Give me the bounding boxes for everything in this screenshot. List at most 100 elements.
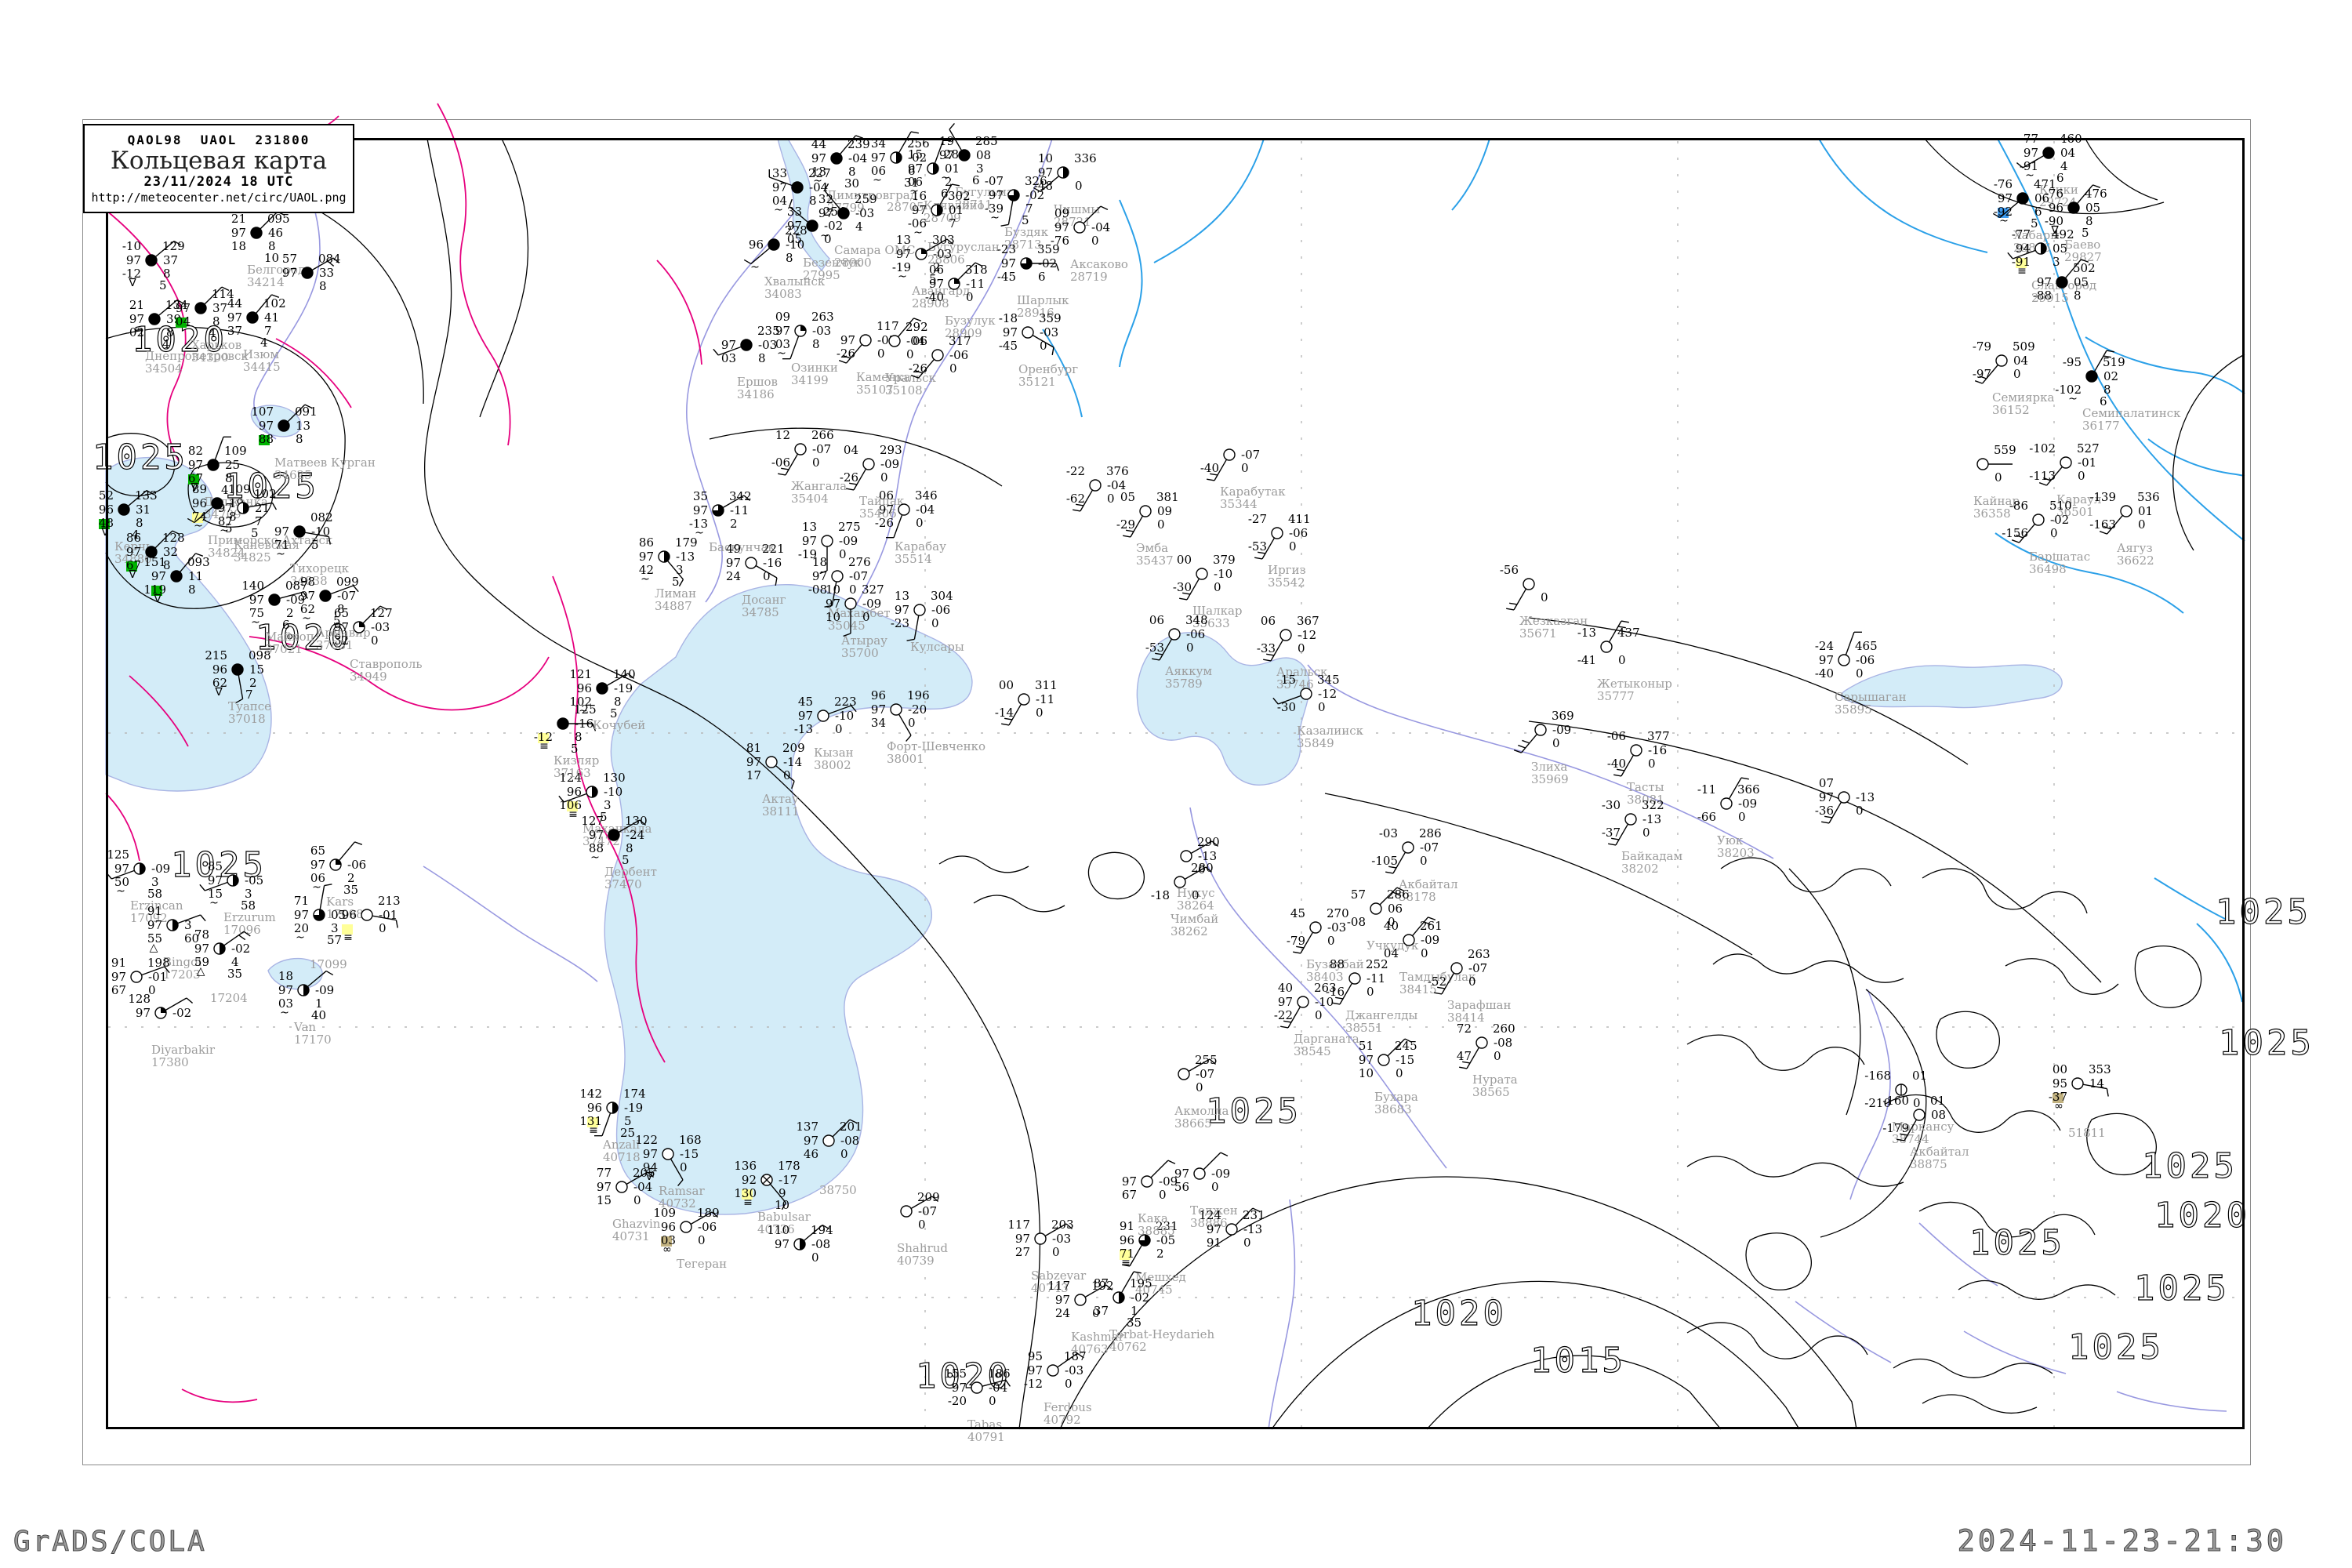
station-value: 86 bbox=[126, 531, 141, 545]
station-value: 0 bbox=[2013, 367, 2021, 381]
weather-symbol-icon: ~ bbox=[209, 897, 219, 909]
station-value: 304 bbox=[931, 589, 953, 603]
station-value: 01 bbox=[949, 203, 964, 217]
isobar-label: 1025 bbox=[2216, 892, 2311, 932]
station-value: -08 bbox=[840, 1134, 859, 1148]
station-value: 09 bbox=[775, 310, 790, 324]
station-value: 81 bbox=[746, 741, 761, 755]
cloud-cover-icon bbox=[2060, 457, 2071, 468]
weather-symbol-icon: ~ bbox=[590, 851, 600, 864]
station-value: 8 bbox=[758, 351, 766, 365]
station-value: 33 bbox=[772, 166, 787, 180]
cloud-cover-icon bbox=[2068, 202, 2079, 213]
station-value: 327 bbox=[862, 583, 884, 597]
station-value: 97 bbox=[939, 148, 954, 162]
station-value: 4 bbox=[855, 220, 863, 234]
station-value: 06 bbox=[1388, 902, 1403, 916]
cloud-cover-icon bbox=[294, 526, 305, 537]
station-value: 85 bbox=[208, 859, 223, 873]
station-plot: -52263-070Зарафшан38414 bbox=[1428, 947, 1512, 1025]
station-value: 46 bbox=[268, 226, 283, 240]
station-value: 97 bbox=[1122, 1174, 1137, 1189]
station-value: 97 bbox=[818, 206, 833, 220]
station-value: -102 bbox=[2029, 441, 2056, 456]
station-value: 0 bbox=[1298, 641, 1305, 655]
station-value: 178 bbox=[778, 1159, 800, 1173]
station-value: 6 bbox=[1038, 270, 1046, 284]
station-value: 194 bbox=[811, 1223, 833, 1237]
station-value: 0 bbox=[1318, 700, 1326, 714]
station-plot: -13-414370Жетыконыр35777 bbox=[1577, 621, 1672, 703]
station-value: 292 bbox=[906, 320, 928, 334]
station-value: 97 bbox=[798, 709, 813, 723]
station-value: 198 bbox=[147, 956, 170, 970]
station-plot: -95-1025190286~Семипалатинск36177 bbox=[2055, 350, 2181, 433]
station-name-label: 40731 bbox=[612, 1229, 650, 1243]
station-value: 13 bbox=[895, 589, 909, 603]
station-value: 08 bbox=[976, 148, 991, 162]
station-value: 97 bbox=[259, 419, 274, 433]
cloud-cover-icon bbox=[1721, 798, 1732, 809]
isobar-line bbox=[939, 856, 1029, 873]
station-value: 527 bbox=[2077, 441, 2100, 456]
station-value: 97 bbox=[227, 310, 242, 325]
station-value: 97 bbox=[772, 180, 787, 194]
station-value: 97 bbox=[840, 333, 855, 347]
station-value: 109 bbox=[653, 1206, 676, 1220]
station-value: 5 bbox=[159, 278, 167, 292]
station-value: -16 bbox=[763, 556, 782, 570]
station-plot: -560Жезказган35671 bbox=[1500, 563, 1588, 641]
station-value: 65 bbox=[334, 606, 349, 620]
station-name-label: 34887 bbox=[655, 599, 692, 613]
station-value: 47 bbox=[1457, 1049, 1472, 1063]
cloud-cover-icon bbox=[586, 786, 597, 797]
station-value: 45 bbox=[1290, 906, 1305, 920]
station-value: 359 bbox=[1039, 311, 1062, 325]
station-value: -11 bbox=[1367, 971, 1385, 985]
weather-symbol-icon: ∇ bbox=[100, 526, 109, 539]
station-value: 221 bbox=[762, 542, 785, 556]
station-value: 97 bbox=[274, 524, 289, 539]
station-value: 336 bbox=[1074, 151, 1097, 165]
station-value: -30 bbox=[1602, 798, 1621, 812]
cloud-cover-icon bbox=[2017, 193, 2028, 204]
station-plot: 659732127-030Ставрополь34949 bbox=[334, 606, 423, 684]
cloud-cover-icon bbox=[227, 875, 238, 886]
station-value: -06 bbox=[1289, 526, 1308, 540]
station-value: -17 bbox=[779, 1173, 797, 1187]
station-value: 97 bbox=[114, 862, 129, 876]
station-value: 3 bbox=[184, 918, 192, 932]
station-value: 41 bbox=[264, 310, 279, 325]
station-name-label: 40762 bbox=[1109, 1340, 1147, 1354]
station-value: 285 bbox=[975, 134, 998, 148]
station-name-label: 40792 bbox=[1044, 1413, 1081, 1427]
cloud-cover-icon bbox=[146, 255, 157, 266]
cloud-cover-icon bbox=[889, 336, 900, 347]
station-value: 0 bbox=[763, 569, 771, 583]
station-plot: 12897-02Diyarbakir17380 bbox=[128, 992, 215, 1069]
weather-symbol-icon: ~ bbox=[276, 548, 285, 561]
station-value: 0 bbox=[949, 361, 957, 376]
cloud-cover-icon bbox=[792, 182, 803, 193]
station-value: 0 bbox=[989, 1394, 996, 1408]
station-value: 89 bbox=[192, 482, 207, 496]
station-value: -06 bbox=[1186, 627, 1205, 641]
station-name-label: 35108 bbox=[885, 383, 923, 397]
station-value: 0 bbox=[1214, 580, 1221, 594]
station-value: 102 bbox=[263, 296, 286, 310]
station-value: -45 bbox=[997, 270, 1016, 284]
station-value: 7 bbox=[949, 216, 956, 230]
station-value: -19 bbox=[624, 1101, 643, 1115]
station-value: 0 bbox=[1618, 653, 1626, 667]
station-value: 97 bbox=[147, 918, 162, 932]
station-value: 0 bbox=[783, 768, 791, 782]
station-value: -07 bbox=[985, 174, 1004, 188]
cloud-cover-icon bbox=[1349, 973, 1360, 984]
station-value: 34 bbox=[871, 716, 886, 730]
station-value: -07 bbox=[1196, 1067, 1214, 1081]
station-value: -08 bbox=[1494, 1036, 1512, 1050]
station-value: 77 bbox=[597, 1166, 612, 1180]
station-value: 57 bbox=[327, 933, 342, 947]
station-value: 0 bbox=[1468, 975, 1476, 989]
station-value: 01 bbox=[1930, 1094, 1945, 1108]
